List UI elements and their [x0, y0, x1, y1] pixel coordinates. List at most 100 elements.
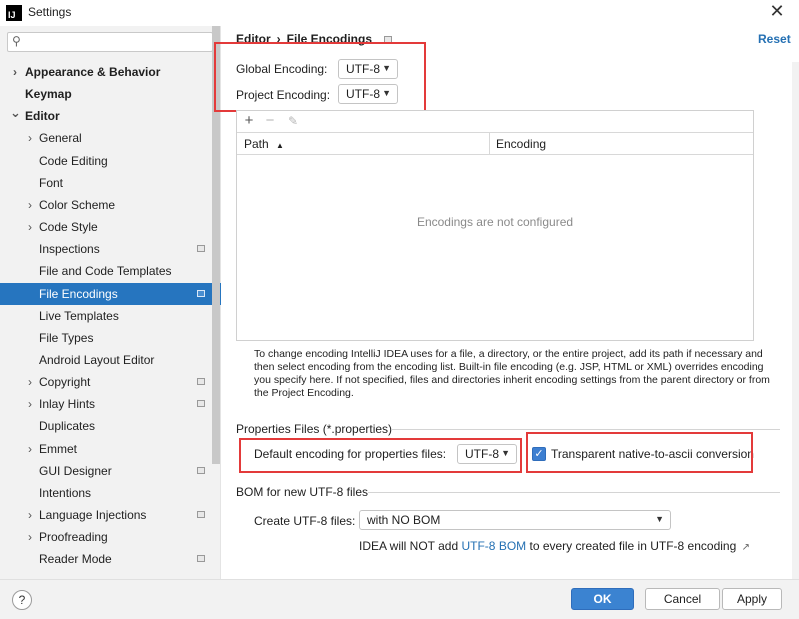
sidebar-item-file-types[interactable]: File Types	[0, 327, 221, 349]
chevron-right-icon[interactable]: ›	[25, 131, 35, 145]
sidebar-item-file-encodings[interactable]: File Encodings	[0, 283, 221, 305]
chevron-right-icon[interactable]: ›	[25, 442, 35, 456]
dialog-footer: ? OK Cancel Apply	[0, 579, 799, 619]
sidebar-item-code-editing[interactable]: Code Editing	[0, 150, 221, 172]
chevron-right-icon[interactable]: ›	[10, 65, 20, 79]
project-encoding-combo[interactable]: UTF-8 ▼	[338, 84, 398, 104]
sidebar-item-reader-mode[interactable]: Reader Mode	[0, 548, 221, 570]
section-separator	[368, 492, 780, 493]
chevron-down-icon: ▼	[655, 514, 664, 524]
sidebar-item-font[interactable]: Font	[0, 172, 221, 194]
sidebar-item-gui-designer[interactable]: GUI Designer	[0, 460, 221, 482]
apply-button[interactable]: Apply	[722, 588, 782, 610]
sidebar-item-live-templates[interactable]: Live Templates	[0, 305, 221, 327]
table-empty-message: Encodings are not configured	[416, 215, 574, 229]
column-header-encoding[interactable]: Encoding	[496, 137, 546, 151]
sidebar-item-android-layout-editor[interactable]: Android Layout Editor	[0, 349, 221, 371]
chevron-right-icon[interactable]: ›	[25, 530, 35, 544]
default-properties-encoding-combo[interactable]: UTF-8 ▼	[457, 444, 517, 464]
sidebar-item-intentions[interactable]: Intentions	[0, 482, 221, 504]
bom-note-prefix: IDEA will NOT add	[359, 539, 462, 553]
transparent-conversion-checkbox[interactable]: ✓	[532, 447, 546, 461]
sidebar-item-label: Live Templates	[39, 309, 119, 323]
column-header-path[interactable]: Path ▲	[244, 137, 284, 151]
sidebar-item-code-style[interactable]: › Code Style	[0, 216, 221, 238]
sidebar-scrollbar[interactable]	[212, 26, 220, 464]
external-link-icon: ↗	[741, 542, 750, 553]
search-input[interactable]	[30, 34, 208, 50]
remove-icon[interactable]: −	[262, 112, 278, 129]
default-properties-encoding-value: UTF-8	[465, 447, 499, 461]
sidebar-item-copyright[interactable]: › Copyright	[0, 371, 221, 393]
sidebar-item-language-injections[interactable]: › Language Injections	[0, 504, 221, 526]
chevron-right-icon[interactable]: ›	[25, 198, 35, 212]
project-scope-icon	[197, 555, 205, 562]
add-icon[interactable]: +	[241, 112, 257, 129]
project-scope-icon	[197, 400, 205, 407]
encodings-table: + − ✎ Path ▲ Encoding Encodings are not …	[236, 110, 754, 341]
sidebar-item-label: Emmet	[39, 442, 78, 456]
close-icon[interactable]: ✕	[767, 1, 787, 22]
bom-section-title: BOM for new UTF-8 files	[236, 485, 369, 499]
cancel-button[interactable]: Cancel	[645, 588, 720, 610]
settings-search[interactable]: ⚲	[7, 32, 213, 52]
chevron-right-icon[interactable]: ›	[25, 375, 35, 389]
chevron-down-icon: ▼	[382, 63, 391, 73]
chevron-down-icon[interactable]: ⌄	[10, 105, 21, 121]
sidebar-item-file-and-code-templates[interactable]: File and Code Templates	[0, 260, 221, 282]
sidebar-item-label: File Types	[39, 331, 94, 345]
column-divider[interactable]	[489, 133, 490, 154]
sidebar-item-label: Duplicates	[39, 419, 96, 433]
search-icon: ⚲	[12, 34, 21, 48]
sidebar-item-label: Keymap	[25, 87, 72, 101]
window-title: Settings	[28, 5, 72, 19]
help-button[interactable]: ?	[12, 590, 32, 610]
sidebar-item-color-scheme[interactable]: › Color Scheme	[0, 194, 221, 216]
sidebar-item-inspections[interactable]: Inspections	[0, 238, 221, 260]
chevron-down-icon: ▼	[501, 448, 510, 458]
sidebar-item-editor[interactable]: ⌄ Editor	[0, 105, 221, 127]
sidebar-item-label: Editor	[25, 109, 60, 123]
chevron-right-icon[interactable]: ›	[25, 508, 35, 522]
global-encoding-combo[interactable]: UTF-8 ▼	[338, 59, 398, 79]
sidebar-item-label: Copyright	[39, 375, 91, 389]
project-scope-icon	[197, 290, 205, 297]
project-scope-icon	[197, 511, 205, 518]
global-encoding-label: Global Encoding:	[236, 62, 328, 76]
intellij-app-icon: IJ	[6, 5, 22, 21]
sidebar-item-label: GUI Designer	[39, 464, 112, 478]
ok-button[interactable]: OK	[571, 588, 634, 610]
sidebar-item-appearance-behavior[interactable]: › Appearance & Behavior	[0, 61, 221, 83]
sidebar-item-proofreading[interactable]: › Proofreading	[0, 526, 221, 548]
utf8-bom-link[interactable]: UTF-8 BOM	[461, 539, 526, 553]
chevron-right-icon[interactable]: ›	[25, 397, 35, 411]
sidebar-item-label: Inspections	[39, 242, 100, 256]
sidebar-item-label: Android Layout Editor	[39, 353, 155, 367]
sidebar-item-inlay-hints[interactable]: › Inlay Hints	[0, 393, 221, 415]
column-path-label: Path	[244, 137, 269, 151]
sidebar-item-keymap[interactable]: Keymap	[0, 83, 221, 105]
project-scope-icon	[384, 35, 393, 43]
sidebar-item-label: Inlay Hints	[39, 397, 96, 411]
bom-note: IDEA will NOT add UTF-8 BOM to every cre…	[359, 539, 750, 553]
encoding-help-text: To change encoding IntelliJ IDEA uses fo…	[254, 348, 770, 399]
chevron-right-icon[interactable]: ›	[25, 220, 35, 234]
global-encoding-value: UTF-8	[346, 62, 380, 76]
sidebar-item-label: Proofreading	[39, 530, 108, 544]
sidebar-item-duplicates[interactable]: Duplicates	[0, 415, 221, 437]
sidebar-item-general[interactable]: › General	[0, 127, 221, 149]
project-scope-icon	[197, 467, 205, 474]
create-utf8-combo[interactable]: with NO BOM ▼	[359, 510, 671, 530]
sidebar-item-label: Language Injections	[39, 508, 147, 522]
reset-link[interactable]: Reset	[758, 32, 791, 46]
breadcrumb-current: File Encodings	[286, 32, 373, 46]
transparent-conversion-label[interactable]: Transparent native-to-ascii conversion	[551, 447, 754, 461]
breadcrumb-parent[interactable]: Editor	[236, 32, 271, 46]
table-header: Path ▲ Encoding	[237, 133, 753, 155]
project-encoding-label: Project Encoding:	[236, 88, 331, 102]
sidebar-item-label: General	[39, 131, 82, 145]
sidebar-item-emmet[interactable]: › Emmet	[0, 438, 221, 460]
edit-icon[interactable]: ✎	[285, 114, 301, 128]
sidebar-item-label: Color Scheme	[39, 198, 116, 212]
bom-note-suffix: to every created file in UTF-8 encoding	[526, 539, 737, 553]
